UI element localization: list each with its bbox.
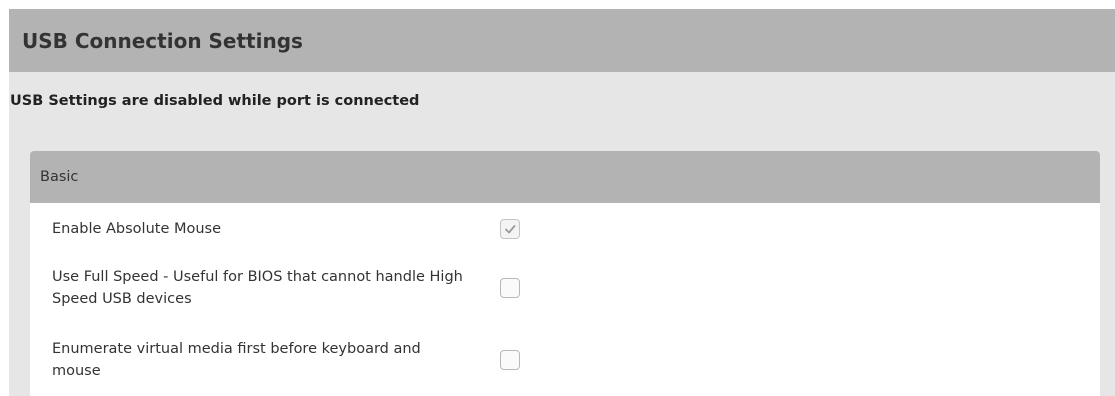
use-full-speed-checkbox[interactable] xyxy=(500,278,520,298)
panel-header: Basic xyxy=(30,151,1100,203)
setting-row-enumerate-media: Enumerate virtual media first before key… xyxy=(30,338,1100,382)
page-title: USB Connection Settings xyxy=(22,28,303,53)
enumerate-virtual-media-checkbox[interactable] xyxy=(500,350,520,370)
setting-label: Enumerate virtual media first before key… xyxy=(52,341,421,379)
setting-label: Enable Absolute Mouse xyxy=(52,221,222,237)
setting-row-absolute-mouse: Enable Absolute Mouse xyxy=(30,218,1100,240)
enable-absolute-mouse-checkbox[interactable] xyxy=(500,219,520,239)
usb-settings-page: USB Connection Settings USB Settings are… xyxy=(9,9,1115,396)
basic-settings-panel: Basic Enable Absolute Mouse Use Full Spe… xyxy=(30,151,1100,396)
disabled-notice: USB Settings are disabled while port is … xyxy=(10,93,420,109)
setting-label: Use Full Speed - Useful for BIOS that ca… xyxy=(52,269,463,307)
page-header: USB Connection Settings xyxy=(9,9,1115,72)
setting-row-full-speed: Use Full Speed - Useful for BIOS that ca… xyxy=(30,266,1100,310)
panel-title: Basic xyxy=(40,169,79,185)
checkmark-icon xyxy=(505,225,516,234)
